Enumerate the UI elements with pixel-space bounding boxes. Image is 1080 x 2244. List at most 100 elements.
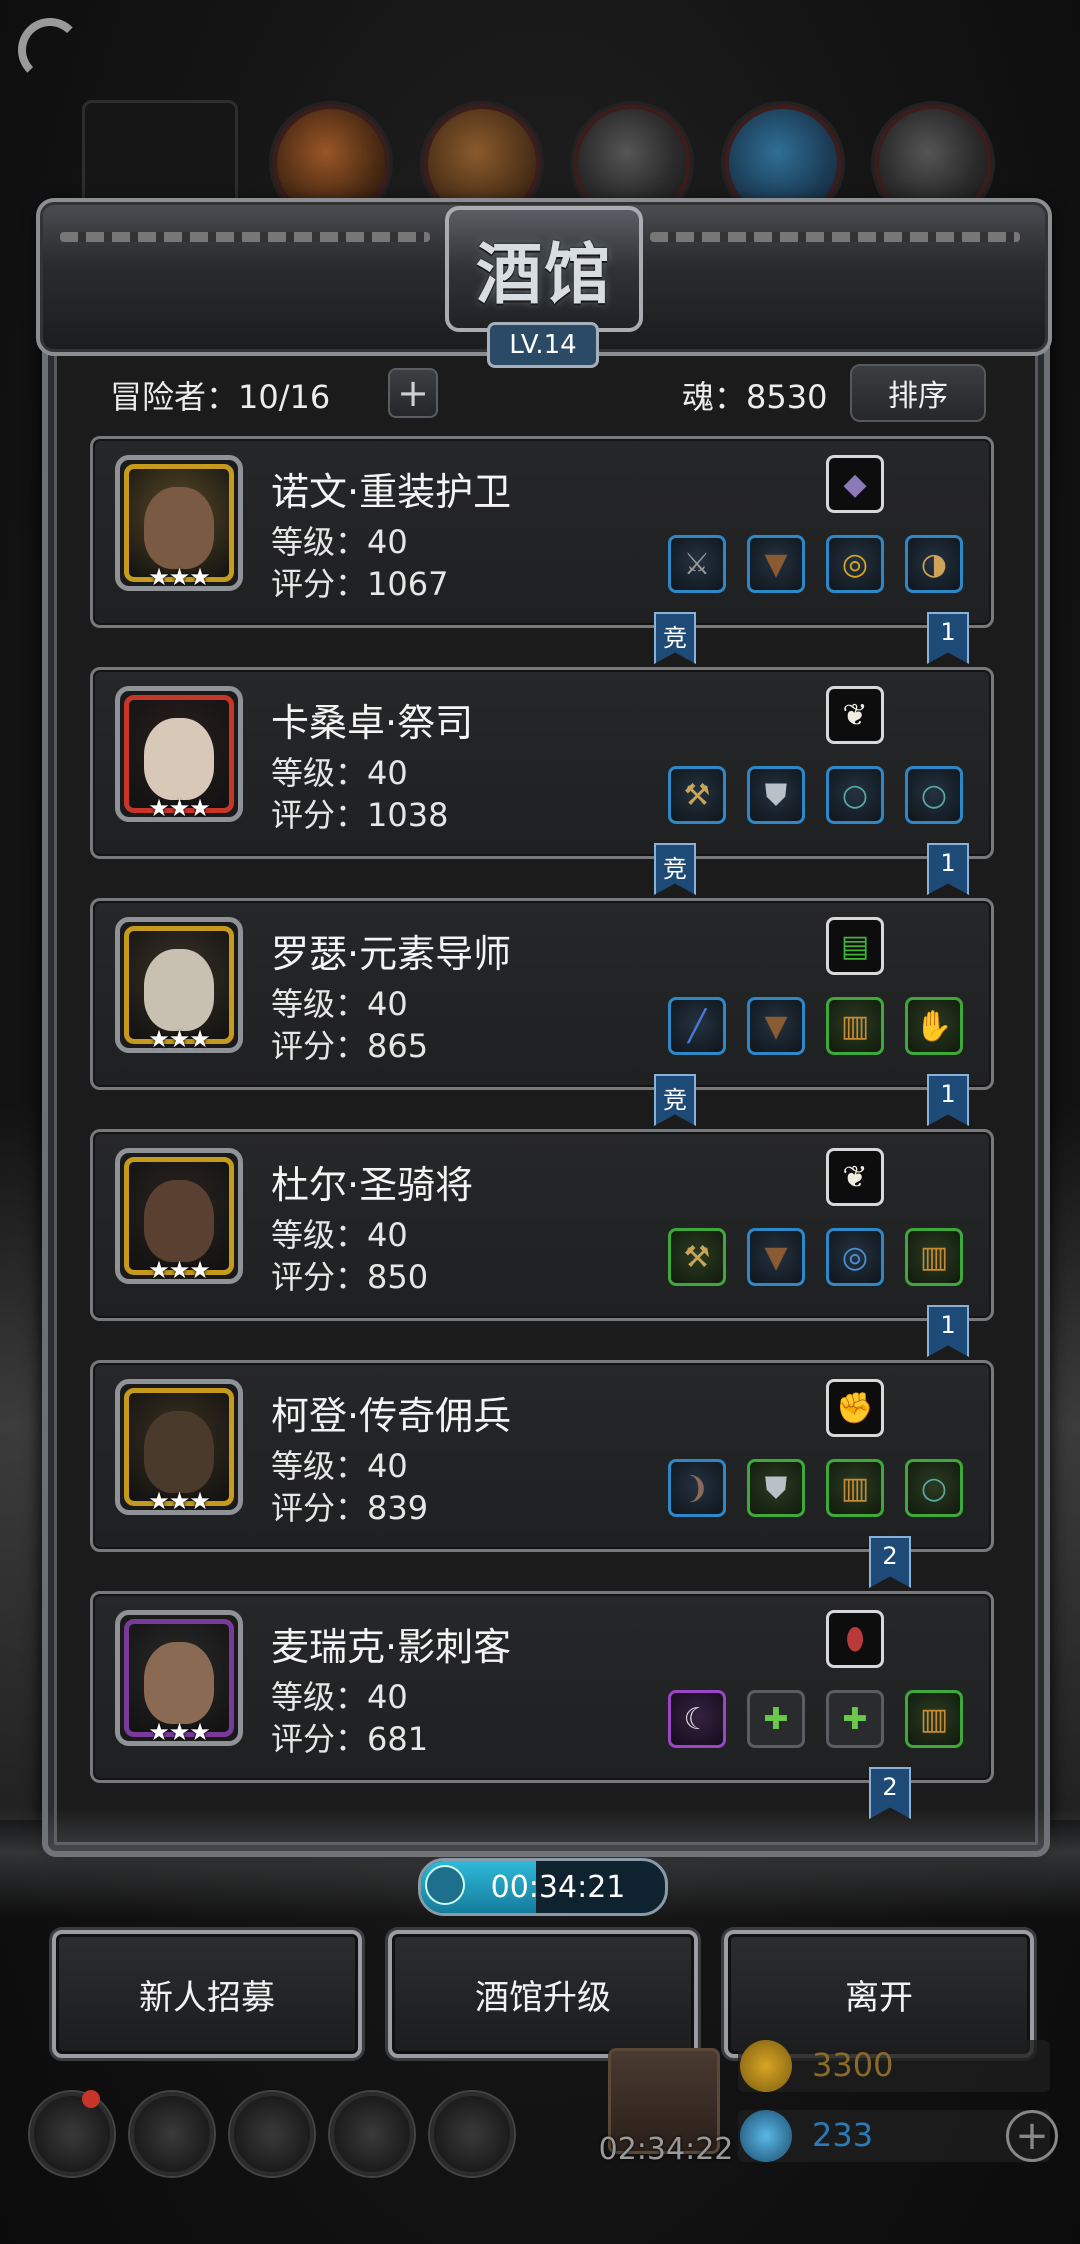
hammer-icon: ⚒ [683, 777, 711, 813]
hero-name: 柯登·传奇佣兵 [271, 1394, 512, 1438]
hero-score: 评分：1067 [271, 565, 449, 603]
gauntlet-icon: ✋ [915, 1008, 953, 1044]
equipment-slot[interactable]: ▥ [826, 1459, 884, 1517]
equipment-slot[interactable]: ▥ [905, 1228, 963, 1286]
leg-armor-icon: ▥ [919, 1701, 949, 1737]
empty-armor-slot-icon: ✚ [763, 1701, 789, 1737]
equipment-slot[interactable]: ⛊ [747, 1459, 805, 1517]
codex-icon[interactable] [230, 2092, 314, 2176]
ring-icon: ◎ [841, 1239, 869, 1275]
equipment-slot[interactable]: ○ [905, 1459, 963, 1517]
sort-button[interactable]: 排序 [850, 364, 986, 422]
hero-card[interactable]: ★★★ 卡桑卓·祭司 等级：40 评分：1038 ❦ ⚒ ⛊ ○ ○ [90, 667, 994, 859]
leave-button[interactable]: 离开 [724, 1930, 1034, 2058]
hero-level: 等级：40 [271, 985, 408, 1023]
equipment-slot[interactable]: ✚ [747, 1690, 805, 1748]
hero-card[interactable]: ★★★ 诺文·重装护卫 等级：40 评分：1067 ◆ ⚔ ▼ ◎ ◑ [90, 436, 994, 628]
hero-level: 等级：40 [271, 523, 408, 561]
upgrade-tavern-button[interactable]: 酒馆升级 [388, 1930, 698, 2058]
equipment-slot[interactable]: ◎ [826, 535, 884, 593]
refresh-timer: 00:34:21 [418, 1858, 668, 1916]
hero-face [144, 718, 214, 800]
hero-name: 卡桑卓·祭司 [271, 701, 474, 745]
chest-armor-icon: ⛊ [764, 1470, 788, 1506]
hero-card[interactable]: ★★★ 麦瑞克·影刺客 等级：40 评分：681 ⬮ ☾ ✚ ✚ ▥ [90, 1591, 994, 1783]
equipment-slot[interactable]: ✚ [826, 1690, 884, 1748]
equipment-slot[interactable]: ⚒ [668, 1228, 726, 1286]
armor-icon: ▼ [764, 546, 788, 582]
hero-name: 诺文·重装护卫 [271, 470, 512, 514]
equipment-slot[interactable]: ☾ [668, 1690, 726, 1748]
equipment-slot[interactable]: ◑ [905, 535, 963, 593]
tavern-level-badge: LV.14 [487, 322, 599, 368]
hero-level: 等级：40 [271, 1216, 408, 1254]
gem-icon [740, 2110, 792, 2162]
equipment-slot[interactable]: ▼ [747, 997, 805, 1055]
forge-icon[interactable] [430, 2092, 514, 2176]
mail-icon[interactable] [330, 2092, 414, 2176]
feather-icon: ❦ [842, 1159, 868, 1195]
soul-currency: 魂：8530 [682, 378, 828, 416]
hammer-icon: ⚒ [683, 1239, 711, 1275]
hero-card[interactable]: ★★★ 杜尔·圣骑将 等级：40 评分：850 ❦ ⚒ ▼ ◎ ▥ [90, 1129, 994, 1321]
hero-score: 评分：839 [271, 1489, 429, 1527]
achievement-icon[interactable] [130, 2092, 214, 2176]
equipment-slot[interactable]: ○ [826, 766, 884, 824]
gold-coin-icon [740, 2040, 792, 2092]
bracer-icon[interactable]: ⬮ [826, 1610, 884, 1668]
ring-icon: ○ [920, 1470, 948, 1506]
feather-icon[interactable]: ❦ [826, 1148, 884, 1206]
equipment-slot[interactable]: ▼ [747, 1228, 805, 1286]
hero-score: 评分：850 [271, 1258, 429, 1296]
sword-icon: ⚔ [683, 546, 711, 582]
armor-icon: ▼ [764, 1008, 788, 1044]
chest-armor-icon: ⛊ [764, 777, 788, 813]
equipment-slot[interactable]: ⛊ [747, 766, 805, 824]
equipment-slot[interactable]: ⚔ [668, 535, 726, 593]
equipment-slot[interactable]: ❩ [668, 1459, 726, 1517]
hero-card[interactable]: ★★★ 柯登·传奇佣兵 等级：40 评分：839 ✊ ❩ ⛊ ▥ ○ [90, 1360, 994, 1552]
feather-icon[interactable]: ❦ [826, 686, 884, 744]
chain-decoration-left [60, 232, 430, 242]
equipment-slot[interactable]: ▼ [747, 535, 805, 593]
hero-card[interactable]: ★★★ 罗瑟·元素导师 等级：40 评分：865 ▤ ╱ ▼ ▥ ✋ [90, 898, 994, 1090]
staff-icon: ╱ [687, 1008, 707, 1044]
add-adventurer-button[interactable]: + [388, 368, 438, 418]
dagger-icon: ❩ [684, 1470, 710, 1506]
add-gems-button[interactable]: + [1006, 2110, 1058, 2162]
hero-name: 杜尔·圣骑将 [271, 1163, 474, 1207]
hero-face [144, 1642, 214, 1724]
leg-armor-icon: ▥ [840, 1008, 870, 1044]
gem-amount: 233 [812, 2116, 874, 2154]
ring-icon: ◎ [841, 546, 869, 582]
equipment-slot[interactable]: ▥ [905, 1690, 963, 1748]
crystal-icon[interactable]: ◆ [826, 455, 884, 513]
equipment-slot[interactable]: ◎ [826, 1228, 884, 1286]
recruit-button[interactable]: 新人招募 [52, 1930, 362, 2058]
gift-timer: 02:34:22 [598, 2132, 734, 2167]
hero-star-rating: ★★★ [148, 1718, 211, 1746]
hero-star-rating: ★★★ [148, 1487, 211, 1515]
glove-icon[interactable]: ✊ [826, 1379, 884, 1437]
spellbook-icon[interactable]: ▤ [826, 917, 884, 975]
adventurer-count: 冒险者：10/16 [110, 378, 331, 416]
hero-level: 等级：40 [271, 754, 408, 792]
empty-ring-slot-icon: ✚ [842, 1701, 868, 1737]
horn-icon: ◑ [920, 546, 948, 582]
equipment-slot[interactable]: ▥ [826, 997, 884, 1055]
hero-star-rating: ★★★ [148, 794, 211, 822]
equipment-slot[interactable]: ⚒ [668, 766, 726, 824]
equipment-slot[interactable]: ✋ [905, 997, 963, 1055]
hero-face [144, 949, 214, 1031]
equipment-slot[interactable]: ○ [905, 766, 963, 824]
leg-armor-icon: ▥ [840, 1470, 870, 1506]
hero-star-rating: ★★★ [148, 1025, 211, 1053]
hero-face [144, 1180, 214, 1262]
notification-badge [82, 2090, 100, 2108]
settings-gear-icon[interactable] [30, 2092, 114, 2176]
leg-armor-icon: ▥ [919, 1239, 949, 1275]
equipment-slot[interactable]: ╱ [668, 997, 726, 1055]
hero-name: 麦瑞克·影刺客 [271, 1625, 512, 1669]
hero-score: 评分：865 [271, 1027, 429, 1065]
feather-icon: ❦ [842, 697, 868, 733]
